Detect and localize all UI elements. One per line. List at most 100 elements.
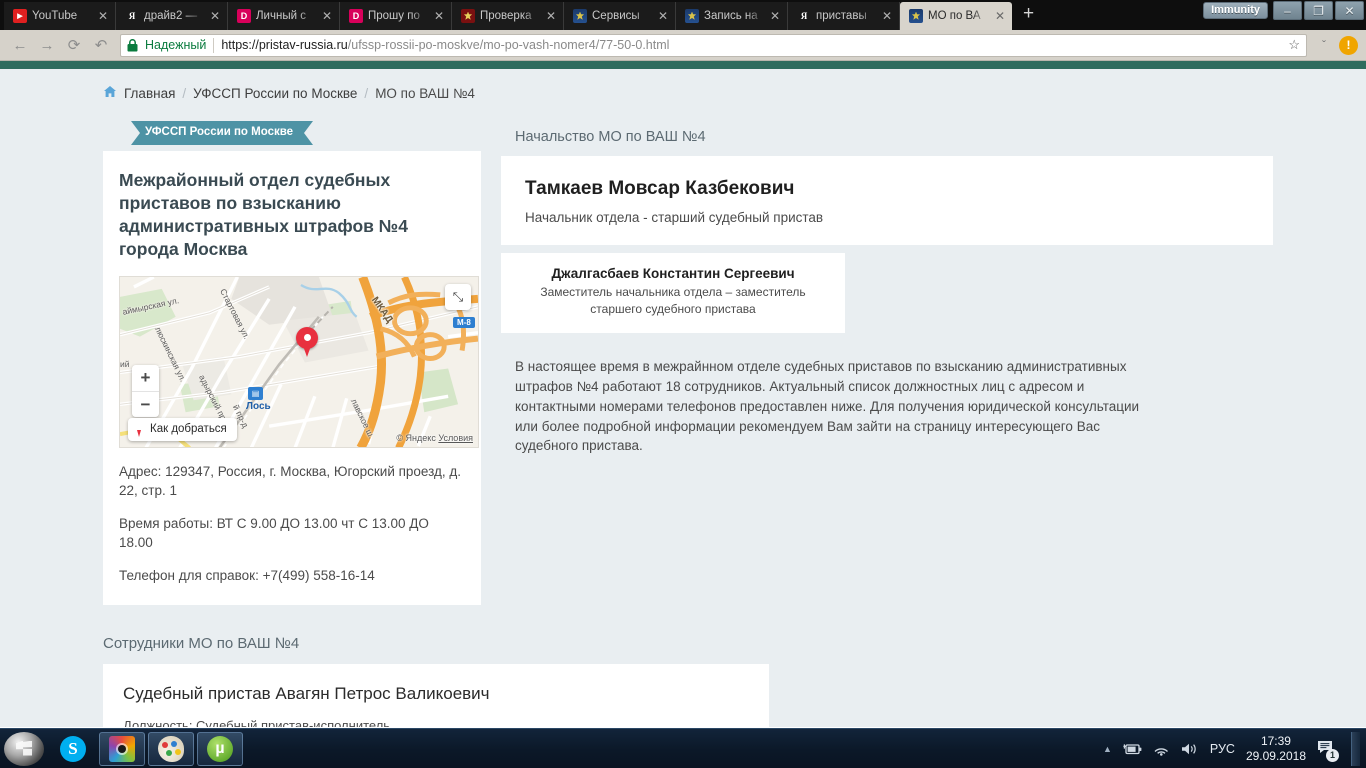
map-credit: © Яндекс Условия bbox=[396, 433, 473, 443]
map-expand-icon[interactable]: ⤡ bbox=[445, 283, 471, 310]
show-hidden-icons-icon[interactable]: ▲ bbox=[1103, 744, 1112, 754]
map-zoom-out-button[interactable]: − bbox=[132, 390, 159, 417]
yandex-icon: Я bbox=[800, 10, 808, 21]
metro-station-label: Лось bbox=[246, 400, 271, 412]
map-route-button[interactable]: Как добраться bbox=[128, 417, 237, 441]
alert-icon[interactable]: ! bbox=[1339, 35, 1358, 55]
region-ribbon[interactable]: УФССП России по Москве bbox=[131, 121, 314, 145]
immunity-button[interactable]: Immunity bbox=[1203, 2, 1268, 19]
tab-close-icon[interactable]: ✕ bbox=[881, 10, 893, 22]
yandex-map[interactable]: аймырская ул. Стартовая ул. МКАД люскинс… bbox=[119, 275, 479, 448]
tab-close-icon[interactable]: ✕ bbox=[321, 10, 333, 22]
staff-name[interactable]: Судебный пристав Авагян Петрос Валикоеви… bbox=[123, 684, 749, 704]
tab-label: YouTube bbox=[32, 10, 78, 22]
clock-time: 17:39 bbox=[1260, 733, 1291, 748]
tab-close-icon[interactable]: ✕ bbox=[97, 10, 109, 22]
tab-close-icon[interactable]: ✕ bbox=[657, 10, 669, 22]
breadcrumb-item-home[interactable]: Главная bbox=[124, 86, 175, 101]
browser-tab-request[interactable]: D Прошу по ✕ bbox=[340, 2, 452, 30]
back-icon[interactable]: ← bbox=[8, 33, 32, 57]
map-zoom-controls: + − bbox=[132, 364, 159, 417]
taskbar-item-utorrent[interactable]: µ bbox=[197, 731, 243, 766]
browser-toolbar: ← → ⟳ ↶ Надежный https://pristav-russia.… bbox=[0, 30, 1366, 61]
reload-icon[interactable]: ⟳ bbox=[62, 33, 86, 57]
browser-tab-appointment[interactable]: Запись на ✕ bbox=[676, 2, 788, 30]
new-tab-button[interactable]: + bbox=[1012, 4, 1045, 26]
fssp-icon bbox=[685, 9, 699, 23]
secure-label: Надежный bbox=[145, 38, 207, 52]
breadcrumb-item-ufssp[interactable]: УФССП России по Москве bbox=[193, 86, 357, 101]
drom-icon: D bbox=[237, 9, 251, 23]
breadcrumb-separator: / bbox=[182, 85, 187, 101]
map-credit-label: © Яндекс bbox=[396, 432, 436, 443]
browser-tab-personal[interactable]: D Личный с ✕ bbox=[228, 2, 340, 30]
tab-close-icon[interactable]: ✕ bbox=[769, 10, 781, 22]
leadership-section-title: Начальство МО по ВАШ №4 bbox=[515, 129, 706, 145]
browser-tab-pristavy[interactable]: Я приставы ✕ bbox=[788, 2, 900, 30]
volume-icon[interactable] bbox=[1181, 742, 1199, 756]
left-column: УФССП России по Москве Межрайонный отдел… bbox=[103, 121, 481, 606]
url-separator bbox=[213, 37, 215, 53]
tab-close-icon[interactable]: ✕ bbox=[545, 10, 557, 22]
taskbar-item-paint[interactable] bbox=[148, 731, 194, 766]
forward-icon[interactable]: → bbox=[35, 33, 59, 57]
deputy-card[interactable]: Джалгасбаев Константин Сергеевич Замести… bbox=[501, 253, 845, 334]
tab-label: Прошу по bbox=[368, 10, 420, 22]
map-street-label: ий bbox=[120, 358, 130, 369]
browser-tab-drive2[interactable]: Я драйв2 — ✕ bbox=[116, 2, 228, 30]
route-pin-icon bbox=[134, 422, 145, 437]
right-column: Начальство МО по ВАШ №4 Тамкаев Мовсар К… bbox=[501, 121, 1273, 456]
taskbar-item-skype[interactable]: S bbox=[50, 732, 96, 766]
two-column-layout: УФССП России по Москве Межрайонный отдел… bbox=[93, 121, 1273, 606]
bookmark-star-icon[interactable]: ☆ bbox=[1282, 37, 1300, 53]
chief-role: Начальник отдела - старший судебный прис… bbox=[525, 210, 824, 225]
deputy-role: Заместитель начальника отдела – заместит… bbox=[540, 285, 806, 317]
browser-tab-services[interactable]: Сервисы ✕ bbox=[564, 2, 676, 30]
tab-close-icon[interactable]: ✕ bbox=[209, 10, 221, 22]
address-bar[interactable]: Надежный https://pristav-russia.ru/ufssp… bbox=[120, 33, 1307, 57]
home-icon[interactable] bbox=[103, 85, 117, 101]
map-zoom-in-button[interactable]: + bbox=[132, 364, 159, 391]
tab-label: Сервисы bbox=[592, 10, 640, 22]
start-button[interactable] bbox=[4, 731, 44, 766]
action-center-icon[interactable]: 1 bbox=[1317, 740, 1339, 762]
battery-icon[interactable] bbox=[1123, 742, 1142, 756]
url-path: /ufssp-rossii-po-moskve/mo-po-vash-nomer… bbox=[347, 38, 670, 52]
highway-shield-icon: М-8 bbox=[453, 316, 475, 328]
pin-tip bbox=[302, 342, 312, 357]
url-text: https://pristav-russia.ru/ufssp-rossii-p… bbox=[221, 38, 669, 52]
undo-icon[interactable]: ↶ bbox=[89, 33, 113, 57]
tab-close-icon[interactable]: ✕ bbox=[994, 10, 1006, 22]
tab-close-icon[interactable]: ✕ bbox=[433, 10, 445, 22]
browser-window: YouTube ✕ Я драйв2 — ✕ D Личный с ✕ D Пр… bbox=[0, 0, 1366, 728]
office-description: В настоящее время в межрайнном отделе су… bbox=[515, 359, 1140, 454]
utorrent-icon: µ bbox=[207, 735, 233, 762]
map-marker-pin[interactable] bbox=[296, 326, 318, 357]
minimize-button[interactable]: – bbox=[1273, 1, 1302, 20]
restore-button[interactable]: ❐ bbox=[1304, 1, 1333, 20]
clock[interactable]: 17:39 29.09.2018 bbox=[1246, 734, 1306, 763]
taskbar-item-media-player[interactable] bbox=[99, 731, 145, 766]
chief-name: Тамкаев Мовсар Казбекович bbox=[525, 178, 795, 199]
browser-tab-check[interactable]: Проверка ✕ bbox=[452, 2, 564, 30]
map-terms-link[interactable]: Условия bbox=[438, 433, 473, 443]
show-desktop-button[interactable] bbox=[1351, 731, 1360, 766]
chief-card[interactable]: Тамкаев Мовсар Казбекович Начальник отде… bbox=[501, 156, 1273, 245]
language-indicator[interactable]: РУС bbox=[1210, 742, 1235, 756]
wifi-icon[interactable] bbox=[1153, 742, 1170, 756]
breadcrumb-separator: / bbox=[364, 85, 369, 101]
close-button[interactable]: ✕ bbox=[1335, 1, 1364, 20]
chevron-down-icon[interactable]: ˇ bbox=[1314, 38, 1334, 52]
staff-card[interactable]: Судебный пристав Авагян Петрос Валикоеви… bbox=[103, 664, 769, 727]
fssp-icon bbox=[573, 9, 587, 23]
metro-station-icon: ▤ bbox=[248, 386, 263, 400]
breadcrumb-item-current: МО по ВАШ №4 bbox=[375, 85, 475, 101]
staff-section: Сотрудники МО по ВАШ №4 Судебный пристав… bbox=[93, 635, 1273, 727]
browser-tab-mo-vash-4[interactable]: МО по ВА ✕ bbox=[900, 2, 1012, 30]
deputy-name: Джалгасбаев Константин Сергеевич bbox=[551, 266, 795, 281]
browser-tab-youtube[interactable]: YouTube ✕ bbox=[4, 2, 116, 30]
page-content: Главная / УФССП России по Москве / МО по… bbox=[0, 69, 1366, 727]
fssp-icon bbox=[909, 9, 923, 23]
map-route-label: Как добраться bbox=[150, 423, 227, 436]
office-hours: Время работы: ВТ С 9.00 ДО 13.00 чт С 13… bbox=[119, 516, 429, 551]
